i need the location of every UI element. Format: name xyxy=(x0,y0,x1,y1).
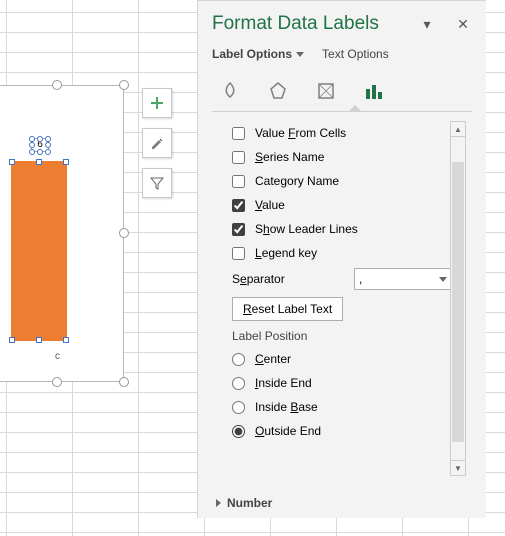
options-scrollbar[interactable]: ▲ ▼ xyxy=(450,121,466,476)
tab-label-options[interactable]: Label Options xyxy=(212,47,304,61)
pos-inside-base[interactable]: Inside Base xyxy=(232,395,452,419)
opt-show-leader-lines[interactable]: Show Leader Lines xyxy=(232,217,452,241)
fill-line-icon[interactable] xyxy=(216,77,244,105)
opt-category-name[interactable]: Category Name xyxy=(232,169,452,193)
pos-outside-end[interactable]: Outside End xyxy=(232,419,452,443)
separator-label: Separator xyxy=(232,272,285,286)
chart-elements-button[interactable] xyxy=(142,88,172,118)
reset-label-text-button[interactable]: Reset Label Text xyxy=(232,297,343,321)
opt-value[interactable]: Value xyxy=(232,193,452,217)
chart-bar[interactable] xyxy=(11,161,67,341)
pane-options-dropdown[interactable]: ▾ xyxy=(418,16,436,33)
embedded-chart[interactable]: 6 c xyxy=(0,85,124,382)
pos-center[interactable]: Center xyxy=(232,347,452,371)
opt-legend-key[interactable]: Legend key xyxy=(232,241,452,265)
pane-title: Format Data Labels xyxy=(212,13,418,35)
opt-series-name[interactable]: Series Name xyxy=(232,145,452,169)
tab-text-options[interactable]: Text Options xyxy=(322,47,389,61)
pos-inside-end[interactable]: Inside End xyxy=(232,371,452,395)
effects-icon[interactable] xyxy=(264,77,292,105)
opt-value-from-cells[interactable]: Value From Cells xyxy=(232,121,452,145)
number-section-expander[interactable]: Number xyxy=(198,486,486,518)
chart-filter-button[interactable] xyxy=(142,168,172,198)
separator-combo[interactable]: , xyxy=(354,268,452,290)
format-data-labels-pane: Format Data Labels ▾ ✕ Label Options Tex… xyxy=(197,0,486,518)
size-properties-icon[interactable] xyxy=(312,77,340,105)
chart-category-label: c xyxy=(0,351,118,362)
label-options-icon[interactable] xyxy=(360,77,388,105)
pane-close-button[interactable]: ✕ xyxy=(454,16,472,33)
chart-styles-button[interactable] xyxy=(142,128,172,158)
label-position-heading: Label Position xyxy=(232,329,452,343)
